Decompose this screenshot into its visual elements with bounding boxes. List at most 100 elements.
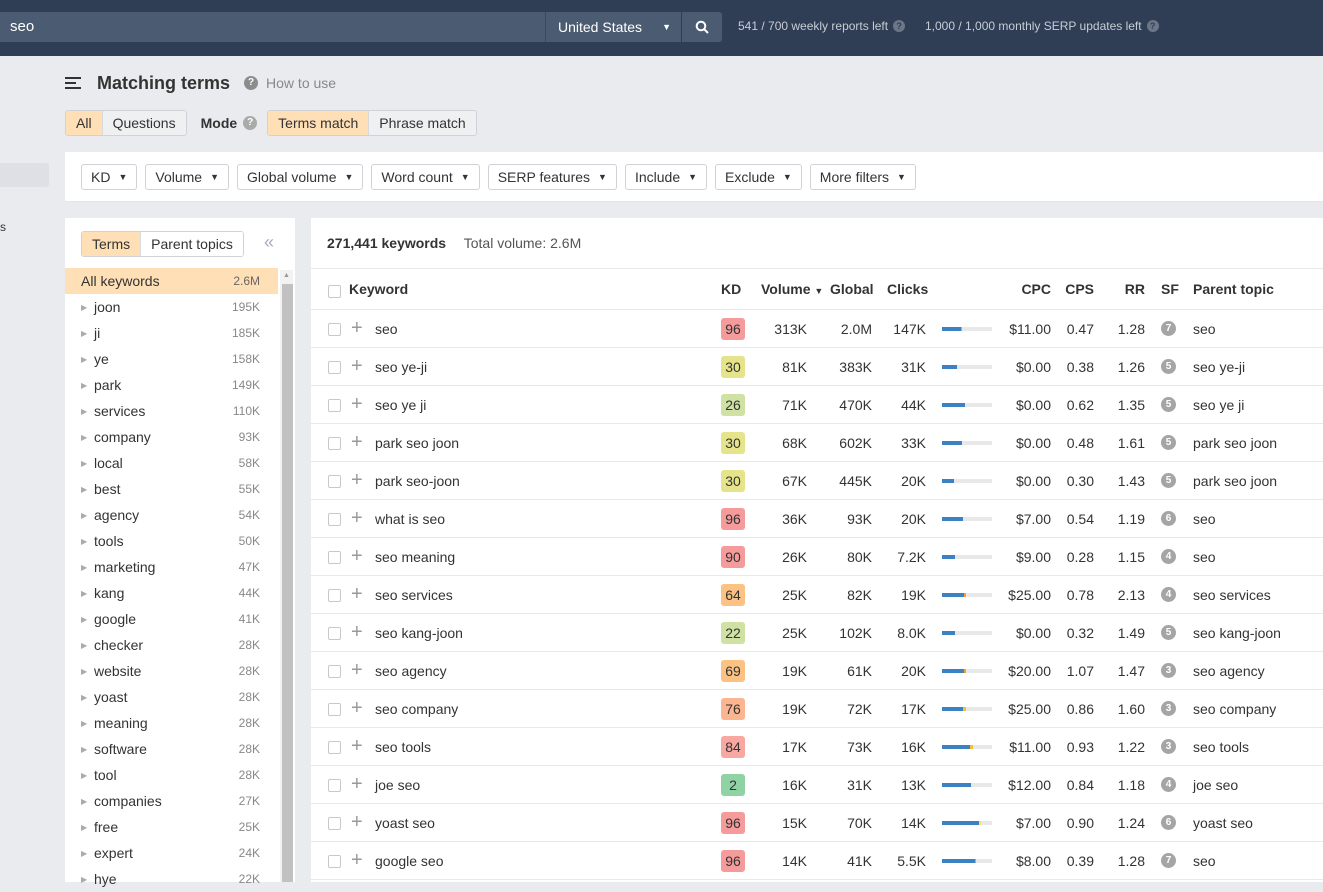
row-checkbox[interactable] [328, 703, 341, 716]
term-item[interactable]: ▶ checker 28K [65, 632, 278, 658]
parent-topic-link[interactable]: seo ye-ji [1193, 359, 1245, 375]
row-checkbox[interactable] [328, 589, 341, 602]
expand-arrow-icon[interactable]: ▶ [81, 511, 94, 520]
col-keyword[interactable]: Keyword [349, 281, 408, 297]
row-checkbox[interactable] [328, 361, 341, 374]
term-item[interactable]: ▶ tool 28K [65, 762, 278, 788]
keyword-link[interactable]: seo kang-joon [375, 625, 463, 641]
parent-topic-link[interactable]: seo [1193, 511, 1216, 527]
parent-topic-link[interactable]: seo company [1193, 701, 1276, 717]
collapse-panel-icon[interactable]: « [264, 232, 274, 253]
col-kd[interactable]: KD [721, 281, 741, 297]
help-icon[interactable]: ? [244, 76, 259, 90]
add-to-list-icon[interactable]: + [351, 394, 363, 414]
help-icon[interactable]: ? [893, 20, 906, 32]
keyword-link[interactable]: park seo joon [375, 435, 459, 451]
keyword-link[interactable]: joe seo [375, 777, 420, 793]
expand-arrow-icon[interactable]: ▶ [81, 797, 94, 806]
add-to-list-icon[interactable]: + [351, 622, 363, 642]
expand-arrow-icon[interactable]: ▶ [81, 615, 94, 624]
term-item[interactable]: ▶ meaning 28K [65, 710, 278, 736]
col-cps[interactable]: CPS [1056, 281, 1094, 297]
term-item[interactable]: ▶ company 93K [65, 424, 278, 450]
add-to-list-icon[interactable]: + [351, 318, 363, 338]
parent-topic-link[interactable]: park seo joon [1193, 435, 1277, 451]
expand-arrow-icon[interactable]: ▶ [81, 641, 94, 650]
term-item[interactable]: ▶ marketing 47K [65, 554, 278, 580]
expand-arrow-icon[interactable]: ▶ [81, 407, 94, 416]
scroll-up-arrow-icon[interactable]: ▲ [283, 272, 290, 279]
col-volume[interactable]: Volume ▼ [761, 281, 823, 297]
select-all-checkbox[interactable] [328, 285, 341, 298]
menu-icon[interactable] [65, 77, 81, 89]
serp-features-badge[interactable]: 4 [1161, 549, 1176, 564]
keyword-link[interactable]: what is seo [375, 511, 445, 527]
expand-arrow-icon[interactable]: ▶ [81, 329, 94, 338]
serp-features-badge[interactable]: 6 [1161, 511, 1176, 526]
col-parent-topic[interactable]: Parent topic [1193, 281, 1274, 297]
parent-topic-link[interactable]: joe seo [1193, 777, 1238, 793]
expand-arrow-icon[interactable]: ▶ [81, 303, 94, 312]
expand-arrow-icon[interactable]: ▶ [81, 745, 94, 754]
term-item[interactable]: ▶ expert 24K [65, 840, 278, 866]
parent-topic-link[interactable]: seo services [1193, 587, 1271, 603]
row-checkbox[interactable] [328, 779, 341, 792]
expand-arrow-icon[interactable]: ▶ [81, 589, 94, 598]
term-item[interactable]: ▶ best 55K [65, 476, 278, 502]
expand-arrow-icon[interactable]: ▶ [81, 849, 94, 858]
expand-arrow-icon[interactable]: ▶ [81, 719, 94, 728]
parent-topic-link[interactable]: seo [1193, 853, 1216, 869]
keyword-link[interactable]: park seo-joon [375, 473, 460, 489]
keyword-link[interactable]: seo agency [375, 663, 447, 679]
col-clicks[interactable]: Clicks [887, 281, 928, 297]
serp-features-badge[interactable]: 4 [1161, 587, 1176, 602]
filter-kd[interactable]: KD ▼ [81, 163, 138, 190]
parent-topic-link[interactable]: seo agency [1193, 663, 1265, 679]
add-to-list-icon[interactable]: + [351, 508, 363, 528]
row-checkbox[interactable] [328, 437, 341, 450]
filter-more[interactable]: More filters ▼ [809, 163, 916, 190]
keyword-link[interactable]: yoast seo [375, 815, 435, 831]
keyword-link[interactable]: seo meaning [375, 549, 455, 565]
parent-topic-link[interactable]: seo tools [1193, 739, 1249, 755]
add-to-list-icon[interactable]: + [351, 432, 363, 452]
how-to-use-link[interactable]: How to use [266, 75, 336, 91]
tab-terms-match[interactable]: Terms match [268, 111, 369, 135]
serp-features-badge[interactable]: 3 [1161, 739, 1176, 754]
parent-topic-link[interactable]: seo kang-joon [1193, 625, 1281, 641]
expand-arrow-icon[interactable]: ▶ [81, 875, 94, 884]
row-checkbox[interactable] [328, 475, 341, 488]
term-item[interactable]: ▶ park 149K [65, 372, 278, 398]
add-to-list-icon[interactable]: + [351, 774, 363, 794]
add-to-list-icon[interactable]: + [351, 546, 363, 566]
term-item[interactable]: ▶ agency 54K [65, 502, 278, 528]
term-item[interactable]: ▶ google 41K [65, 606, 278, 632]
expand-arrow-icon[interactable]: ▶ [81, 667, 94, 676]
expand-arrow-icon[interactable]: ▶ [81, 433, 94, 442]
country-select[interactable]: United States ▼ [545, 12, 681, 42]
term-item[interactable]: ▶ website 28K [65, 658, 278, 684]
add-to-list-icon[interactable]: + [351, 356, 363, 376]
filter-volume[interactable]: Volume ▼ [145, 163, 229, 190]
serp-features-badge[interactable]: 7 [1161, 853, 1176, 868]
keyword-search-input[interactable] [0, 12, 545, 42]
serp-features-badge[interactable]: 5 [1161, 435, 1176, 450]
col-global[interactable]: Global [830, 281, 874, 297]
keyword-link[interactable]: seo company [375, 701, 458, 717]
left-nav-active-item[interactable] [0, 163, 49, 187]
serp-features-badge[interactable]: 5 [1161, 397, 1176, 412]
row-checkbox[interactable] [328, 741, 341, 754]
tab-terms[interactable]: Terms [82, 232, 141, 256]
term-item[interactable]: ▶ ye 158K [65, 346, 278, 372]
add-to-list-icon[interactable]: + [351, 660, 363, 680]
keyword-link[interactable]: seo tools [375, 739, 431, 755]
row-checkbox[interactable] [328, 399, 341, 412]
tab-all[interactable]: All [66, 111, 102, 135]
row-checkbox[interactable] [328, 551, 341, 564]
add-to-list-icon[interactable]: + [351, 470, 363, 490]
term-item[interactable]: ▶ services 110K [65, 398, 278, 424]
term-item[interactable]: ▶ companies 27K [65, 788, 278, 814]
term-item[interactable]: ▶ yoast 28K [65, 684, 278, 710]
serp-features-badge[interactable]: 5 [1161, 625, 1176, 640]
keyword-link[interactable]: seo [375, 321, 398, 337]
